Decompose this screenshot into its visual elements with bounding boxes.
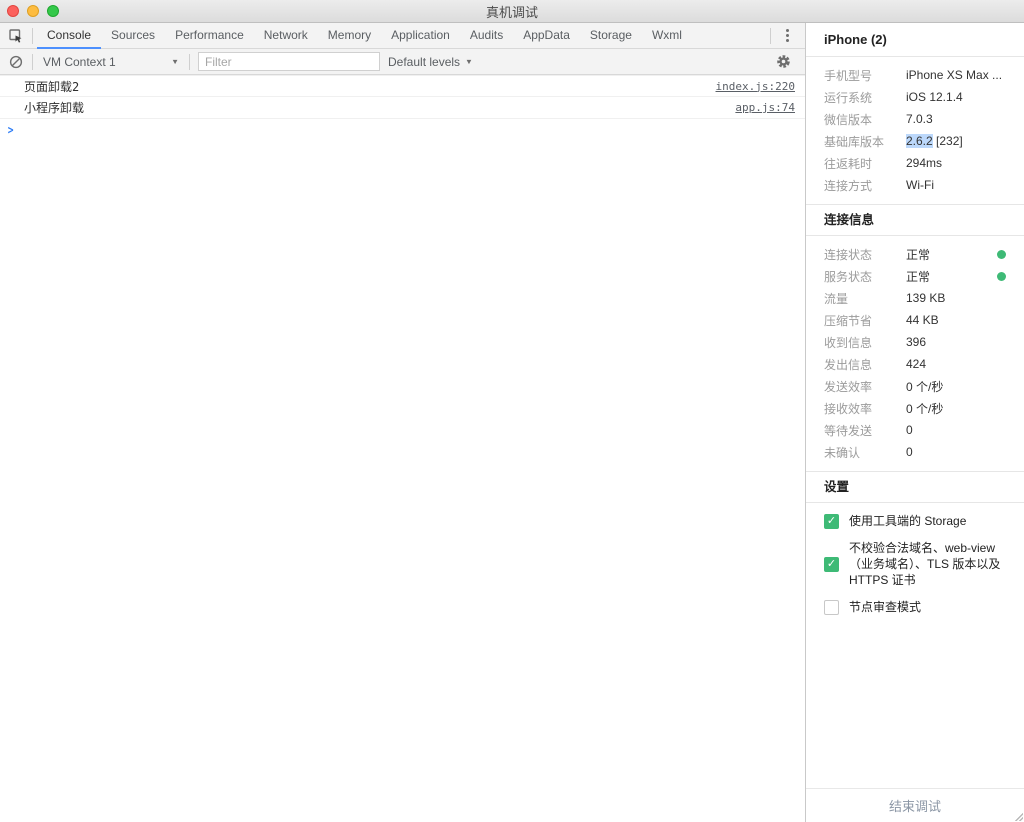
- inspect-element-icon[interactable]: [4, 24, 28, 48]
- device-title: iPhone (2): [806, 23, 1024, 57]
- devtools-panel: Console Sources Performance Network Memo…: [0, 23, 806, 822]
- device-panel: iPhone (2) 手机型号 iPhone XS Max ... 运行系统 i…: [806, 23, 1024, 822]
- info-row: 未确认 0: [824, 445, 913, 460]
- info-row: 等待发送 0: [824, 423, 913, 438]
- info-row: 收到信息 396: [824, 335, 927, 350]
- connection-info-list: 连接状态 正常 服务状态 正常 流量 139 KB 压缩节省 44 KB 收到信…: [806, 236, 1024, 471]
- console-settings-gear-icon[interactable]: [771, 50, 795, 74]
- settings-section-title: 设置: [806, 471, 1024, 503]
- chevron-down-icon: ▼: [171, 57, 179, 66]
- tab-console[interactable]: Console: [37, 23, 102, 49]
- end-debug-button[interactable]: 结束调试: [889, 796, 941, 815]
- prompt-chevron-icon: >: [7, 122, 14, 137]
- info-row: 连接状态 正常: [806, 243, 1024, 265]
- divider: [32, 53, 33, 70]
- info-row: 连接方式 Wi-Fi: [824, 178, 934, 193]
- connection-section-title: 连接信息: [806, 204, 1024, 236]
- console-message: 小程序卸载 app.js:74: [0, 97, 805, 119]
- devtools-tabbar: Console Sources Performance Network Memo…: [0, 23, 805, 49]
- info-row: 发送效率 0 个/秒: [824, 379, 944, 394]
- info-row: 基础库版本 2.6.2 [232]: [824, 134, 963, 149]
- divider: [770, 27, 771, 44]
- titlebar: 真机调试: [0, 0, 1024, 23]
- execution-context-selector[interactable]: VM Context 1 ▼: [37, 55, 185, 69]
- zoom-window-button[interactable]: [47, 5, 59, 17]
- tab-network[interactable]: Network: [254, 23, 318, 49]
- setting-checkbox-row[interactable]: ✓ 使用工具端的 Storage: [824, 513, 1006, 529]
- console-toolbar: VM Context 1 ▼ Default levels ▼: [0, 49, 805, 75]
- info-row: 压缩节省 44 KB: [824, 313, 939, 328]
- log-levels-label: Default levels: [388, 54, 461, 69]
- info-row: 流量 139 KB: [824, 291, 946, 306]
- checkbox-checked-icon[interactable]: ✓: [824, 513, 839, 529]
- tab-wxml[interactable]: Wxml: [642, 23, 692, 49]
- clear-console-icon[interactable]: [4, 50, 28, 74]
- tab-storage[interactable]: Storage: [580, 23, 642, 49]
- setting-checkbox-row[interactable]: 节点审查模式: [824, 599, 1006, 615]
- divider: [32, 27, 33, 44]
- console-message-text: 小程序卸载: [24, 101, 85, 115]
- info-row: 运行系统 iOS 12.1.4: [824, 90, 963, 105]
- filter-input[interactable]: [198, 52, 380, 71]
- status-ok-dot: [997, 249, 1006, 259]
- settings-list: ✓ 使用工具端的 Storage ✓ 不校验合法域名、web-view（业务域名…: [806, 503, 1024, 615]
- tab-sources[interactable]: Sources: [101, 23, 165, 49]
- source-link[interactable]: index.js:220: [716, 80, 795, 93]
- context-label: VM Context 1: [43, 54, 116, 69]
- device-info-list: 手机型号 iPhone XS Max ... 运行系统 iOS 12.1.4 微…: [806, 57, 1024, 204]
- tab-performance[interactable]: Performance: [165, 23, 254, 49]
- source-link[interactable]: app.js:74: [735, 101, 795, 114]
- checkbox-checked-icon[interactable]: ✓: [824, 556, 839, 572]
- divider: [189, 53, 190, 70]
- traffic-lights: [7, 5, 59, 17]
- panel-footer: 结束调试: [806, 788, 1024, 822]
- tab-application[interactable]: Application: [381, 23, 460, 49]
- info-row: 服务状态 正常: [806, 265, 1024, 287]
- more-options-kebab-icon[interactable]: [775, 24, 799, 48]
- console-message-text: 页面卸载2: [24, 79, 80, 94]
- minimize-window-button[interactable]: [27, 5, 39, 17]
- remote-debug-window: 真机调试 Console Sources Performance Network…: [0, 0, 1024, 822]
- checkbox-unchecked-icon[interactable]: [824, 599, 839, 615]
- window-resize-grip[interactable]: [1015, 813, 1023, 821]
- info-row: 发出信息 424: [824, 357, 927, 372]
- highlighted-version: 2.6.2: [906, 134, 933, 148]
- status-ok-dot: [997, 271, 1006, 281]
- tab-audits[interactable]: Audits: [460, 23, 513, 49]
- console-log: 页面卸载2 index.js:220 小程序卸载 app.js:74 >: [0, 75, 805, 822]
- log-levels-dropdown[interactable]: Default levels ▼: [388, 55, 473, 69]
- chevron-down-icon: ▼: [465, 57, 473, 66]
- info-row: 接收效率 0 个/秒: [824, 401, 944, 416]
- tab-appdata[interactable]: AppData: [513, 23, 580, 49]
- console-prompt[interactable]: >: [0, 119, 805, 140]
- info-row: 往返耗时 294ms: [824, 156, 943, 171]
- close-window-button[interactable]: [7, 5, 19, 17]
- setting-checkbox-row[interactable]: ✓ 不校验合法域名、web-view（业务域名）、TLS 版本以及 HTTPS …: [824, 540, 1006, 588]
- info-row: 微信版本 7.0.3: [824, 112, 933, 127]
- tab-memory[interactable]: Memory: [318, 23, 381, 49]
- info-row: 手机型号 iPhone XS Max ...: [824, 68, 1003, 83]
- console-message: 页面卸载2 index.js:220: [0, 75, 805, 97]
- window-title: 真机调试: [485, 4, 538, 20]
